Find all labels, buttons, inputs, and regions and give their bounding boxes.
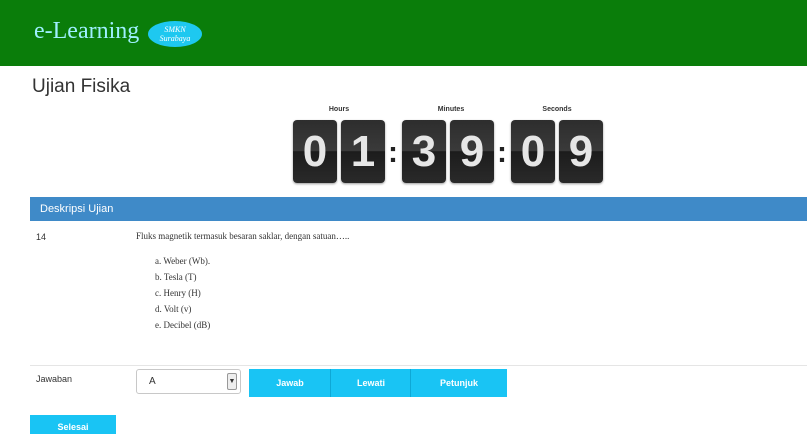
answer-select[interactable]: A ▼ [136, 369, 241, 394]
hint-button[interactable]: Petunjuk [411, 369, 507, 397]
divider [30, 365, 807, 366]
finish-button[interactable]: Selesai [30, 415, 116, 434]
answer-label: Jawaban [36, 374, 73, 384]
page-title: Ujian Fisika [32, 76, 131, 97]
option-b: b. Tesla (T) [155, 272, 197, 282]
question-number: 14 [36, 232, 47, 242]
hours-digit-2: 1 [341, 120, 385, 183]
badge-line-1: SMKN [164, 25, 186, 34]
chevron-down-icon[interactable]: ▼ [227, 373, 237, 390]
answer-options: a. Weber (Wb). b. Tesla (T) c. Henry (H)… [155, 253, 210, 333]
countdown-timer: Hours Minutes Seconds 0 1 : 3 9 : 0 9 [0, 106, 807, 186]
seconds-digit-1: 0 [511, 120, 555, 183]
question-text: Fluks magnetik termasuk besaran saklar, … [136, 231, 350, 241]
option-a: a. Weber (Wb). [155, 256, 211, 266]
seconds-label: Seconds [542, 106, 572, 113]
option-d: d. Volt (v) [155, 304, 192, 314]
minutes-digit-2: 9 [450, 120, 494, 183]
brand-title[interactable]: e-Learning [34, 16, 139, 46]
answer-button[interactable]: Jawab [249, 369, 331, 397]
minutes-digit-1: 3 [402, 120, 446, 183]
minutes-label: Minutes [437, 106, 465, 113]
skip-button[interactable]: Lewati [331, 369, 411, 397]
top-bar: e-Learning SMKN Surabaya [0, 0, 807, 66]
seconds-digit-2: 9 [559, 120, 603, 183]
hours-label: Hours [328, 106, 350, 113]
option-e: e. Decibel (dB) [155, 320, 211, 330]
badge-line-2: Surabaya [159, 34, 191, 43]
school-logo-badge: SMKN Surabaya [148, 21, 202, 47]
timer-colon: : [388, 136, 398, 169]
exam-description-header: Deskripsi Ujian [30, 197, 807, 221]
option-c: c. Henry (H) [155, 288, 201, 298]
answer-select-value: A [149, 376, 156, 387]
hours-digit-1: 0 [293, 120, 337, 183]
timer-colon: : [497, 136, 507, 169]
